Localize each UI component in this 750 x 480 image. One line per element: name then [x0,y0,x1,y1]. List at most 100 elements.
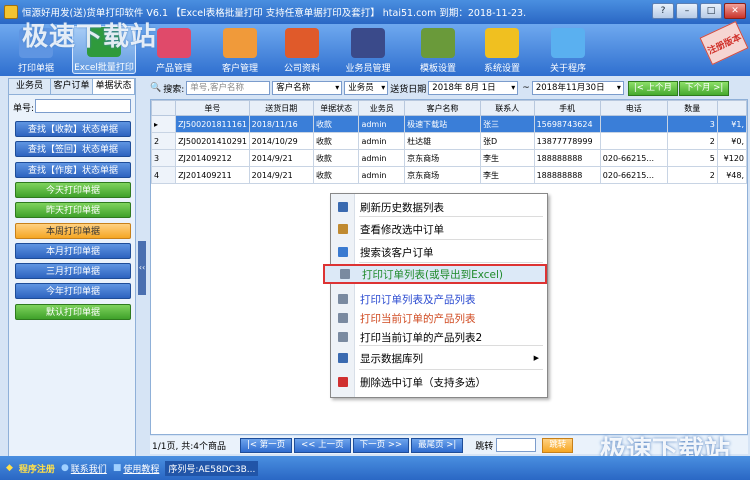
column-header[interactable]: 客户名称 [404,100,482,116]
column-header[interactable]: 手机 [533,100,601,116]
minimize-button[interactable]: – [676,3,698,19]
search-input[interactable]: 单号,客户名称 [186,81,271,95]
filter-button-5[interactable]: 本周打印单据 [15,222,131,239]
prev-page-button[interactable]: << 上一页 [294,437,351,453]
table-cell[interactable]: ¥120 [716,149,747,167]
table-cell[interactable]: 收款 [312,149,360,167]
left-tab-1[interactable]: 客户订单 [51,79,93,94]
table-cell[interactable]: 杜达雄 [404,132,482,150]
filter-button-4[interactable]: 昨天打印单据 [15,202,131,219]
table-cell[interactable]: 2014/10/29 [248,132,314,150]
column-header[interactable]: 电话 [599,100,668,116]
column-header[interactable] [716,100,747,116]
next-month-button[interactable]: 下个月 >| [679,80,730,96]
last-page-button[interactable]: 最尾页 >| [411,437,464,453]
filter-button-7[interactable]: 三月打印单据 [15,263,131,280]
maximize-button[interactable]: □ [700,3,722,19]
table-row[interactable]: 2 ZJ500201410291 2014/10/29 收款 admin 杜达雄 张D 138… [151,132,747,150]
table-cell[interactable]: 极速下载站 [404,115,482,133]
toolbar-button-7[interactable]: 系统设置 [470,26,534,74]
table-cell[interactable]: 020-66215... [599,149,668,167]
register-link[interactable]: 程序注册 [19,462,55,475]
table-cell[interactable]: ZJ201409212 [175,149,250,167]
close-button[interactable]: ✕ [724,3,746,19]
table-cell[interactable]: admin [358,166,406,184]
table-cell[interactable]: ¥48, [716,166,747,184]
search-field-select[interactable]: 客户名称 [272,81,343,95]
table-cell[interactable]: 2014/9/21 [248,149,314,167]
table-cell[interactable]: 2014/9/21 [248,166,314,184]
date-to-picker[interactable]: 2018年11月30日 [531,81,624,95]
order-number-input[interactable] [35,99,131,113]
table-cell[interactable]: 收款 [312,132,360,150]
table-cell[interactable]: 京东商场 [404,149,482,167]
table-cell[interactable] [599,115,668,133]
table-cell[interactable]: 2018/11/16 [248,115,314,133]
table-cell[interactable]: 188888888 [533,166,601,184]
toolbar-button-8[interactable]: 关于程序 [536,26,600,74]
table-cell[interactable]: 020-66215... [599,166,668,184]
toolbar-button-5[interactable]: 业务员管理 [336,26,400,74]
column-header[interactable]: 送货日期 [248,100,314,116]
context-menu-item-1[interactable]: 查看修改选中订单 [331,219,547,239]
table-cell[interactable]: 李生 [480,166,535,184]
table-cell[interactable]: 188888888 [533,149,601,167]
filter-button-2[interactable]: 查找【作废】状态单据 [15,161,131,178]
column-header[interactable]: 数量 [666,100,718,116]
table-cell[interactable]: 京东商场 [404,166,482,184]
table-cell[interactable] [599,132,668,150]
table-cell[interactable]: 张D [480,132,535,150]
table-cell[interactable]: ZJ201409211 [175,166,250,184]
contact-link[interactable]: 联系我们 [71,462,107,475]
context-menu-item-5[interactable]: 打印当前订单的产品列表 [331,308,547,328]
context-menu-item-4[interactable]: 打印订单列表及产品列表 [331,289,547,309]
table-cell[interactable]: ¥1, [716,115,747,133]
toolbar-button-3[interactable]: 客户管理 [208,26,272,74]
filter-button-9[interactable]: 默认打印单据 [15,303,131,320]
filter-button-0[interactable]: 查找【收款】状态单据 [15,121,131,137]
table-cell[interactable]: admin [358,132,406,150]
context-menu-item-2[interactable]: 搜索该客户订单 [331,242,547,262]
left-tab-0[interactable]: 业务员 [9,79,51,94]
table-cell[interactable]: ZJ500201811161 [175,115,250,133]
table-cell[interactable]: ¥0, [716,132,747,150]
toolbar-button-4[interactable]: 公司资料 [270,26,334,74]
table-cell[interactable]: 15698743624 [533,115,601,133]
table-cell[interactable]: 2 [666,132,718,150]
table-cell[interactable]: 2 [666,166,718,184]
table-cell[interactable]: 张三 [480,115,535,133]
toolbar-button-6[interactable]: 模板设置 [406,26,470,74]
column-header[interactable]: 单据状态 [312,100,360,116]
next-page-button[interactable]: 下一页 >> [352,437,410,453]
table-cell[interactable]: admin [358,149,406,167]
jump-button[interactable]: 跳转 [542,437,574,453]
context-menu-item-0[interactable]: 刷新历史数据列表 [331,197,547,217]
table-cell[interactable]: 13877778999 [533,132,601,150]
filter-button-3[interactable]: 今天打印单据 [15,181,131,198]
column-header[interactable]: 单号 [175,100,250,116]
filter-button-6[interactable]: 本月打印单据 [15,242,131,259]
table-cell[interactable]: ZJ500201410291 [175,132,250,150]
table-row[interactable]: 4 ZJ201409211 2014/9/21 收款 admin 京东商场 李生 188888… [151,166,747,184]
context-menu-item-6[interactable]: 打印当前订单的产品列表2 [331,327,547,347]
staff-select[interactable]: 业务员 [344,81,389,95]
table-cell[interactable]: 3 [666,115,718,133]
date-from-picker[interactable]: 2018年 8月 1日 [428,81,519,95]
table-cell[interactable]: 李生 [480,149,535,167]
table-cell[interactable]: 5 [666,149,718,167]
context-menu-item-3[interactable]: 打印订单列表(或导出到Excel) [323,264,547,284]
left-tab-2[interactable]: 单据状态 [93,79,135,94]
filter-button-8[interactable]: 今年打印单据 [15,283,131,300]
first-page-button[interactable]: |< 第一页 [239,437,293,453]
context-menu-item-7[interactable]: 显示数据库列 ▶ [331,348,547,368]
panel-collapse-handle[interactable]: ‹‹ [138,241,146,295]
table-cell[interactable]: 收款 [312,115,360,133]
table-row[interactable]: ▸ ZJ500201811161 2018/11/16 收款 admin 极速下载站 张三 1… [151,115,747,133]
column-header[interactable]: 业务员 [358,100,406,116]
context-menu-item-8[interactable]: 删除选中订单（支持多选） [331,372,547,392]
table-row[interactable]: 3 ZJ201409212 2014/9/21 收款 admin 京东商场 李生 188888… [151,149,747,167]
table-cell[interactable]: admin [358,115,406,133]
jump-page-input[interactable] [496,438,537,452]
table-cell[interactable]: 收款 [312,166,360,184]
column-header[interactable]: 联系人 [480,100,535,116]
